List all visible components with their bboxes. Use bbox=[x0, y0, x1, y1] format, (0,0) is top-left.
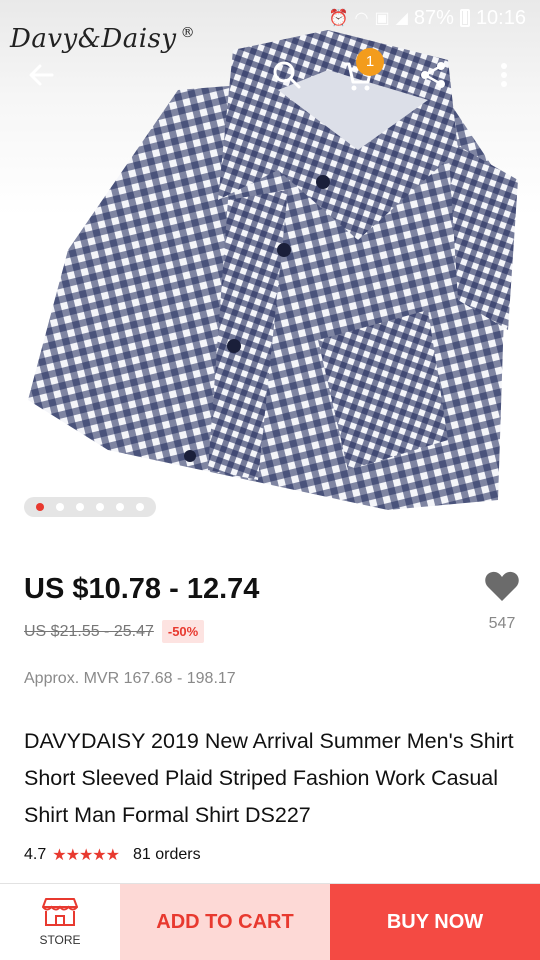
store-button[interactable]: STORE bbox=[0, 884, 120, 960]
battery-icon bbox=[459, 9, 470, 27]
original-price: US $21.55 - 25.47 bbox=[24, 622, 154, 640]
heart-icon bbox=[485, 571, 519, 601]
add-to-cart-button[interactable]: ADD TO CART bbox=[120, 884, 330, 960]
sim-icon: ▣ bbox=[374, 10, 390, 27]
wifi-icon: ◠ bbox=[354, 10, 369, 27]
rating-value: 4.7 bbox=[24, 846, 47, 863]
share-icon bbox=[421, 62, 445, 88]
share-button[interactable] bbox=[418, 60, 448, 95]
brand-logo-text: Davy&Daisy bbox=[10, 24, 177, 54]
gallery-pagination[interactable] bbox=[24, 497, 156, 517]
gallery-dot[interactable] bbox=[136, 503, 144, 511]
battery-percent: 87% bbox=[413, 6, 454, 29]
more-options-button[interactable] bbox=[498, 60, 510, 95]
gallery-dot[interactable] bbox=[36, 503, 44, 511]
original-price-row: US $21.55 - 25.47 -50% bbox=[24, 620, 205, 643]
gallery-dot[interactable] bbox=[96, 503, 104, 511]
store-icon bbox=[42, 898, 78, 926]
wishlist-count: 547 bbox=[488, 615, 516, 632]
registered-mark: ® bbox=[180, 25, 196, 42]
clock: 10:16 bbox=[475, 6, 526, 29]
gallery-dot[interactable] bbox=[116, 503, 124, 511]
search-icon bbox=[273, 61, 301, 89]
product-image bbox=[28, 30, 518, 510]
star-rating-icons: ★★★★★ bbox=[52, 847, 120, 864]
signal-icon: ◢ bbox=[395, 10, 408, 27]
rating-row[interactable]: 4.7 ★★★★★ 81 orders bbox=[24, 845, 201, 865]
cart-count-badge: 1 bbox=[356, 48, 384, 76]
arrow-left-icon bbox=[29, 64, 54, 86]
search-button[interactable] bbox=[272, 60, 302, 95]
brand-logo: Davy&Daisy ® bbox=[10, 24, 195, 54]
gallery-dot[interactable] bbox=[56, 503, 64, 511]
gallery-dot[interactable] bbox=[76, 503, 84, 511]
alarm-icon: ⏰ bbox=[328, 10, 349, 27]
wishlist-button[interactable] bbox=[482, 570, 522, 607]
buy-now-button[interactable]: BUY NOW bbox=[330, 884, 540, 960]
product-price: US $10.78 - 12.74 bbox=[24, 573, 260, 605]
discount-badge: -50% bbox=[161, 620, 205, 643]
more-vertical-icon bbox=[501, 63, 507, 87]
bottom-action-bar: STORE ADD TO CART BUY NOW bbox=[0, 883, 540, 960]
orders-count: 81 orders bbox=[132, 846, 201, 863]
approx-local-price: Approx. MVR 167.68 - 198.17 bbox=[24, 670, 236, 687]
product-title: DAVYDAISY 2019 New Arrival Summer Men's … bbox=[24, 729, 514, 827]
product-image-gallery[interactable]: ⏰ ◠ ▣ ◢ 87% 10:16 Davy&Daisy ® 1 bbox=[0, 0, 540, 540]
store-label: STORE bbox=[39, 933, 81, 947]
back-button[interactable] bbox=[26, 60, 56, 95]
